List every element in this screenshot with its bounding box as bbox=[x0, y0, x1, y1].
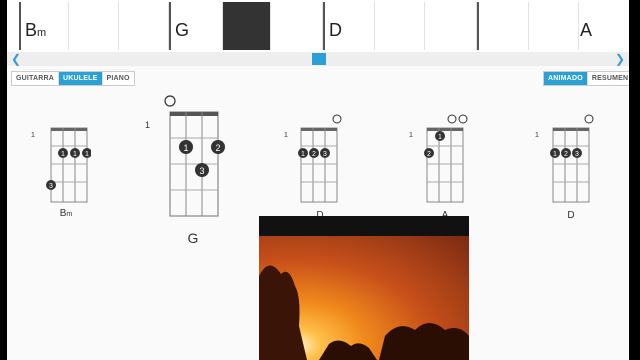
svg-text:3: 3 bbox=[323, 151, 327, 158]
chord-diagram-g[interactable]: 1 1 2 3 G bbox=[139, 92, 229, 252]
tab-animado[interactable]: ANIMADO bbox=[544, 72, 588, 85]
tab-piano[interactable]: PIANO bbox=[102, 72, 134, 85]
svg-text:1: 1 bbox=[301, 151, 305, 158]
scrollbar-thumb[interactable] bbox=[312, 53, 327, 65]
timeline-beat[interactable] bbox=[425, 2, 477, 50]
svg-text:2: 2 bbox=[427, 151, 431, 158]
fretboard: 1 2 3 bbox=[550, 114, 594, 203]
svg-text:2: 2 bbox=[564, 151, 568, 158]
chord-name: Bm bbox=[59, 208, 73, 219]
timeline-chord-label: G bbox=[175, 20, 190, 40]
view-toggle: ANIMADO RESUMEN bbox=[543, 71, 629, 86]
timeline-beat[interactable] bbox=[375, 2, 425, 50]
chord-name: D bbox=[567, 210, 575, 221]
chevron-right-icon[interactable]: ❯ bbox=[613, 52, 627, 66]
timeline-chord-label: D bbox=[329, 20, 342, 40]
timeline-chord-label: A bbox=[580, 20, 593, 40]
timeline-beat[interactable]: G bbox=[169, 2, 223, 50]
tab-resumen[interactable]: RESUMEN bbox=[587, 72, 629, 85]
fretboard: 1 2 bbox=[424, 114, 468, 203]
chord-diagram-a[interactable]: 1 1 2 A bbox=[409, 114, 479, 224]
timeline-beat[interactable]: Bm bbox=[19, 2, 69, 50]
timeline-beat[interactable] bbox=[477, 2, 529, 50]
svg-text:1: 1 bbox=[85, 151, 89, 158]
fretboard: 1 2 3 bbox=[164, 95, 225, 217]
chord-name: G bbox=[187, 230, 199, 246]
chevron-left-icon[interactable]: ❮ bbox=[9, 52, 23, 66]
tree-silhouette bbox=[259, 265, 469, 360]
svg-text:2: 2 bbox=[312, 151, 316, 158]
video-player[interactable] bbox=[259, 216, 469, 360]
svg-text:1: 1 bbox=[553, 151, 557, 158]
svg-text:1: 1 bbox=[438, 134, 442, 141]
fretboard: 1 1 1 3 bbox=[46, 127, 91, 203]
timeline-beat[interactable] bbox=[271, 2, 323, 50]
timeline-beat[interactable]: D bbox=[323, 2, 375, 50]
timeline-scrollbar[interactable]: ❮ ❯ bbox=[7, 52, 629, 66]
timeline-beat[interactable] bbox=[119, 2, 169, 50]
svg-text:2: 2 bbox=[215, 143, 220, 153]
chord-diagram-d-2[interactable]: 1 1 2 3 D bbox=[535, 114, 605, 224]
tab-ukulele[interactable]: UKULELE bbox=[59, 72, 103, 85]
video-top-bar bbox=[259, 216, 469, 236]
chord-diagram-d[interactable]: 1 1 2 3 D bbox=[284, 114, 354, 224]
timeline-beat-current[interactable] bbox=[223, 2, 271, 50]
instrument-toggle: GUITARRA UKULELE PIANO bbox=[11, 71, 135, 86]
tab-guitarra[interactable]: GUITARRA bbox=[12, 72, 60, 85]
timeline-beat[interactable]: A bbox=[579, 2, 629, 50]
svg-text:1: 1 bbox=[61, 151, 65, 158]
fret-number: 1 bbox=[31, 132, 35, 139]
chord-timeline[interactable]: Bm G D A bbox=[7, 0, 629, 53]
svg-text:3: 3 bbox=[199, 166, 204, 176]
fretboard: 1 2 3 bbox=[298, 114, 342, 203]
svg-text:3: 3 bbox=[575, 151, 579, 158]
svg-text:3: 3 bbox=[49, 183, 53, 190]
timeline-beat[interactable] bbox=[529, 2, 579, 50]
timeline-chord-label: Bm bbox=[25, 20, 47, 40]
chord-diagram-bm[interactable]: 1 1 1 1 3 Bm bbox=[31, 126, 101, 226]
svg-text:1: 1 bbox=[73, 151, 77, 158]
svg-text:1: 1 bbox=[183, 143, 188, 153]
timeline-beat[interactable] bbox=[69, 2, 119, 50]
